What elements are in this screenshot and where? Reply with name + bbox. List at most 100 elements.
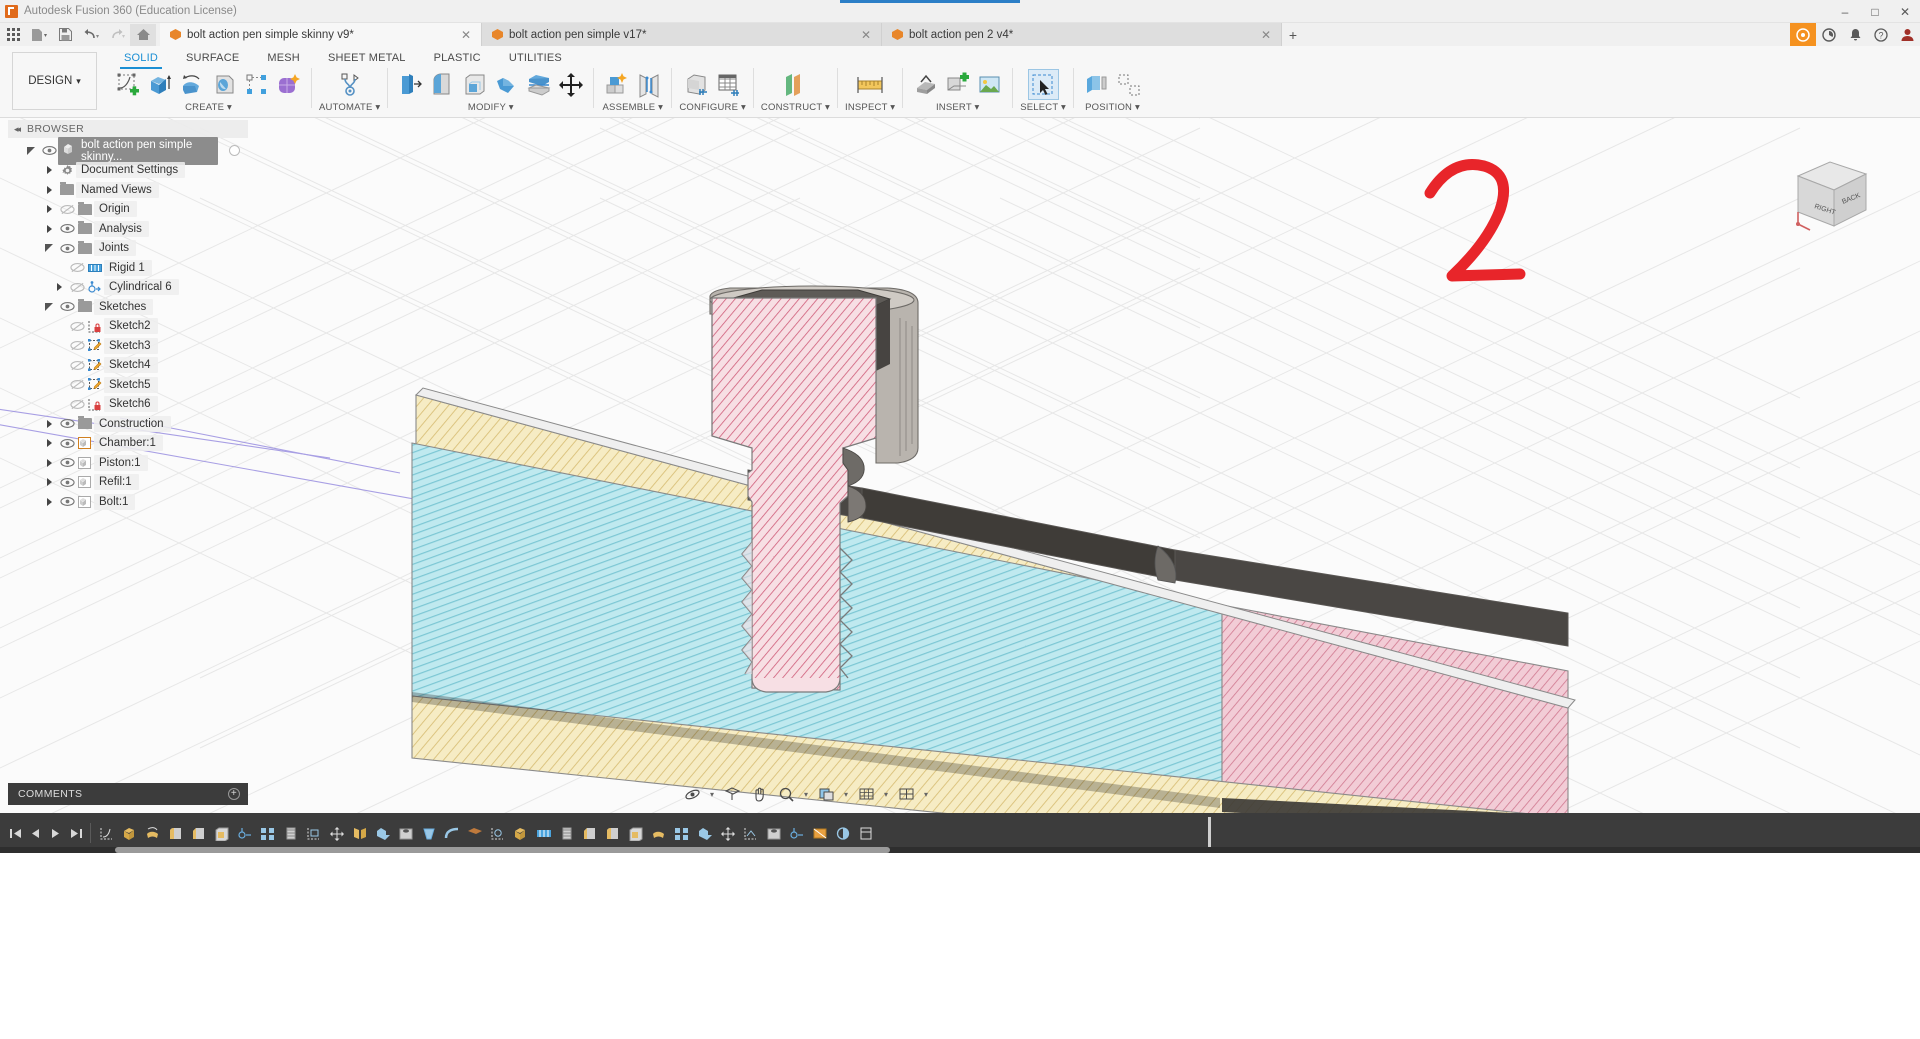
visibility-eye-icon[interactable] (58, 418, 76, 429)
shell-icon[interactable] (459, 69, 490, 100)
tree-item-sketch6[interactable]: Sketch6 (104, 396, 158, 413)
select-cursor-icon[interactable] (1027, 69, 1059, 100)
timeline-feature-hole2[interactable] (763, 821, 785, 845)
document-tab-2[interactable]: bolt action pen simple v17* ✕ (482, 23, 882, 46)
timeline-feature-shell2[interactable] (625, 821, 647, 845)
close-tab-icon[interactable]: ✕ (1247, 28, 1271, 42)
joint-icon[interactable] (633, 69, 664, 100)
tree-item-sketch5[interactable]: Sketch5 (104, 376, 158, 393)
modify-group-label[interactable]: MODIFY ▾ (468, 102, 514, 113)
close-button[interactable]: ✕ (1890, 0, 1920, 23)
timeline-go-start-icon[interactable] (6, 821, 25, 845)
position-align-icon[interactable] (1113, 69, 1144, 100)
create-sketch-icon[interactable] (113, 69, 144, 100)
configure-table-icon[interactable] (713, 69, 744, 100)
zoom-dropdown-caret-icon[interactable]: ▾ (801, 783, 811, 805)
visibility-eye-icon[interactable] (58, 301, 76, 312)
timeline-feature-pattern[interactable] (257, 821, 279, 845)
tree-item-sketches[interactable]: Sketches (94, 298, 154, 315)
timeline-feature-chamfer2[interactable] (579, 821, 601, 845)
visibility-off-eye-icon[interactable] (68, 379, 86, 390)
expand-caret-icon[interactable] (40, 185, 58, 194)
timeline-feature-rigid-joint[interactable] (533, 821, 555, 845)
tree-row-sketch5[interactable]: Sketch5 (8, 375, 248, 395)
measure-icon[interactable] (855, 69, 886, 100)
tree-row-cylindrical-6[interactable]: Cylindrical 6 (8, 278, 248, 298)
expand-caret-icon[interactable] (40, 439, 58, 448)
tree-item-piston[interactable]: Piston:1 (94, 454, 148, 471)
tree-item-joints[interactable]: Joints (94, 240, 137, 257)
configure-group-label[interactable]: CONFIGURE ▾ (679, 102, 746, 113)
timeline-feature-extrude[interactable] (119, 821, 141, 845)
save-icon[interactable] (52, 24, 78, 46)
timeline-feature-revolve2[interactable] (648, 821, 670, 845)
grid-dropdown-caret-icon[interactable]: ▾ (881, 783, 891, 805)
timeline-go-end-icon[interactable] (66, 821, 85, 845)
timeline-feature-shell[interactable] (211, 821, 233, 845)
timeline-feature-move[interactable] (326, 821, 348, 845)
visibility-eye-icon[interactable] (58, 223, 76, 234)
tree-item-sketch4[interactable]: Sketch4 (104, 357, 158, 374)
tree-row-chamber[interactable]: Chamber:1 (8, 434, 248, 454)
sweep-icon[interactable] (209, 69, 240, 100)
tree-row-rigid-1[interactable]: Rigid 1 (8, 258, 248, 278)
component-activate-toggle[interactable] (229, 145, 240, 157)
display-dropdown-caret-icon[interactable]: ▾ (841, 783, 851, 805)
visibility-eye-icon[interactable] (58, 477, 76, 488)
tree-row-joints[interactable]: Joints (8, 239, 248, 259)
orbit-icon[interactable] (680, 783, 704, 805)
fusion-badge-icon[interactable] (1790, 23, 1816, 46)
view-cube[interactable]: RIGHT BACK (1780, 138, 1890, 238)
insert-group-label[interactable]: INSERT ▾ (936, 102, 980, 113)
tree-item-sketch2[interactable]: Sketch2 (104, 318, 158, 335)
document-tab-1[interactable]: bolt action pen simple skinny v9* ✕ (160, 23, 482, 46)
tree-item-sketch3[interactable]: Sketch3 (104, 337, 158, 354)
create-group-label[interactable]: CREATE ▾ (185, 102, 232, 113)
visibility-eye-icon[interactable] (40, 145, 58, 156)
inspect-group-label[interactable]: INSPECT ▾ (845, 102, 895, 113)
browser-header[interactable]: ◂◂ BROWSER (8, 120, 248, 138)
timeline-step-back-icon[interactable] (26, 821, 45, 845)
expand-caret-icon[interactable] (40, 419, 58, 428)
tree-item-cylindrical-6[interactable]: Cylindrical 6 (104, 279, 179, 296)
press-pull-icon[interactable] (395, 69, 426, 100)
new-component-icon[interactable] (601, 69, 632, 100)
visibility-eye-icon[interactable] (58, 243, 76, 254)
tree-row-refil[interactable]: Refil:1 (8, 473, 248, 493)
automate-group-label[interactable]: AUTOMATE ▾ (319, 102, 380, 113)
timeline-feature-thread[interactable] (280, 821, 302, 845)
tree-row-construction[interactable]: Construction (8, 414, 248, 434)
timeline-playhead[interactable] (1208, 817, 1211, 849)
timeline-feature-appearance[interactable] (832, 821, 854, 845)
redo-icon[interactable] (104, 24, 130, 46)
visibility-off-eye-icon[interactable] (68, 321, 86, 332)
app-grid-icon[interactable] (0, 24, 26, 46)
expand-caret-icon[interactable] (40, 302, 58, 311)
visibility-off-eye-icon[interactable] (58, 204, 76, 215)
visibility-off-eye-icon[interactable] (68, 360, 86, 371)
tree-item-origin[interactable]: Origin (94, 201, 137, 218)
help-icon[interactable]: ? (1868, 23, 1894, 46)
offset-plane-icon[interactable] (780, 69, 811, 100)
timeline-feature-sweep[interactable] (441, 821, 463, 845)
tab-surface[interactable]: SURFACE (172, 50, 253, 67)
visibility-eye-icon[interactable] (58, 496, 76, 507)
tree-row-sketch6[interactable]: Sketch6 (8, 395, 248, 415)
assemble-group-label[interactable]: ASSEMBLE ▾ (603, 102, 664, 113)
add-comment-button[interactable]: + (228, 788, 240, 800)
tree-row-document-settings[interactable]: Document Settings (8, 161, 248, 181)
tree-item-analysis[interactable]: Analysis (94, 220, 149, 237)
user-account-icon[interactable] (1894, 23, 1920, 46)
tab-solid[interactable]: SOLID (110, 50, 172, 69)
pan-hand-icon[interactable] (747, 783, 771, 805)
jobs-status-icon[interactable] (1816, 23, 1842, 46)
viewport-canvas[interactable]: RIGHT BACK (0, 118, 1920, 813)
construct-group-label[interactable]: CONSTRUCT ▾ (761, 102, 830, 113)
timeline-feature-joint[interactable] (234, 821, 256, 845)
timeline-feature-section[interactable] (809, 821, 831, 845)
new-file-icon[interactable] (26, 24, 52, 46)
tree-item-chamber[interactable]: Chamber:1 (94, 435, 163, 452)
timeline-feature-cylindrical-joint[interactable] (786, 821, 808, 845)
orbit-dropdown-caret-icon[interactable]: ▾ (707, 783, 717, 805)
timeline-feature-sketch2[interactable] (303, 821, 325, 845)
